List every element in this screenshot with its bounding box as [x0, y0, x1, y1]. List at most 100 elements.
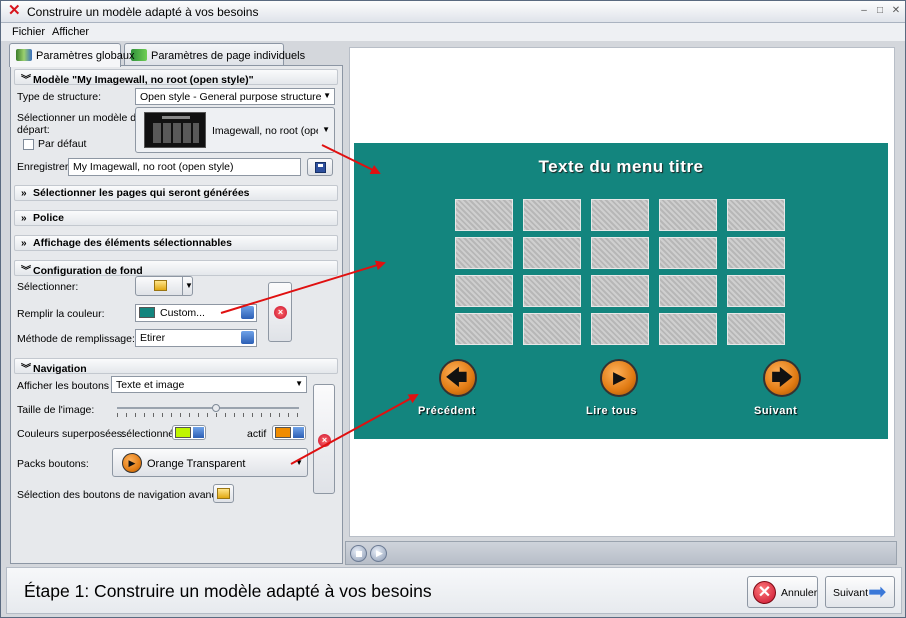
menu-thumbnail[interactable]: [727, 199, 785, 231]
image-size-slider[interactable]: [117, 404, 299, 418]
menu-thumbnail[interactable]: [523, 199, 581, 231]
menu-thumbnail[interactable]: [591, 199, 649, 231]
next-nav-button[interactable]: 🡆: [763, 359, 801, 397]
menu-thumbnail[interactable]: [523, 275, 581, 307]
clear-navigation-button[interactable]: ×: [313, 384, 335, 494]
close-icon[interactable]: ✕: [889, 4, 903, 18]
tab-global-settings[interactable]: Paramètres globaux: [9, 43, 134, 67]
tab-page-label: Paramètres de page individuels: [151, 50, 306, 62]
menu-thumbnail[interactable]: [455, 199, 513, 231]
background-header-label: Configuration de fond: [33, 265, 143, 277]
default-checkbox[interactable]: [23, 139, 34, 150]
section-font-header[interactable]: » Police: [14, 210, 338, 226]
section-pages-header[interactable]: » Sélectionner les pages qui seront génér…: [14, 185, 338, 201]
menu-thumbnail[interactable]: [455, 275, 513, 307]
show-buttons-select[interactable]: Texte et image ▼: [111, 376, 307, 393]
select-template-label-line1: Sélectionner un modèle de: [17, 112, 142, 124]
dropdown-arrow-icon: ▼: [295, 458, 303, 467]
template-value: Imagewall, no root (open st: [212, 125, 318, 137]
menu-afficher[interactable]: Afficher: [52, 26, 89, 38]
active-color-picker[interactable]: [272, 425, 306, 440]
selected-color-swatch: [175, 427, 191, 438]
stop-button[interactable]: [350, 545, 367, 562]
collapse-chevron-icon: ︾: [21, 75, 31, 86]
menu-thumbnail[interactable]: [591, 275, 649, 307]
save-button[interactable]: [307, 158, 333, 176]
delete-icon: ×: [274, 306, 287, 319]
active-color-label: actif: [247, 428, 267, 440]
cancel-button[interactable]: ✕ Annuler: [747, 576, 818, 608]
next-nav-label: Suivant: [754, 405, 798, 417]
slider-track: [117, 407, 299, 409]
slider-thumb[interactable]: [212, 404, 220, 412]
selectable-header-label: Affichage des éléments sélectionnables: [33, 237, 232, 249]
play-all-nav-button[interactable]: ▶: [600, 359, 638, 397]
menu-thumbnail[interactable]: [659, 237, 717, 269]
section-model-header[interactable]: ︾ Modèle "My Imagewall, no root (open sty…: [14, 69, 338, 86]
structure-type-label: Type de structure:: [17, 91, 102, 103]
wizard-step-title: Étape 1: Construire un modèle adapté à v…: [24, 581, 432, 601]
fill-color-select[interactable]: Custom...: [135, 304, 257, 322]
selected-color-picker[interactable]: [172, 425, 206, 440]
bg-image-select-button[interactable]: ▼: [135, 276, 193, 296]
maximize-icon[interactable]: □: [873, 4, 887, 18]
fill-color-swatch: [139, 307, 155, 318]
fill-color-value: Custom...: [160, 307, 205, 319]
previous-nav-button[interactable]: 🡄: [439, 359, 477, 397]
clear-background-button[interactable]: ×: [268, 282, 292, 342]
advanced-nav-button[interactable]: [213, 484, 234, 503]
section-navigation-header[interactable]: ︾ Navigation: [14, 358, 338, 375]
menu-thumbnail[interactable]: [727, 313, 785, 345]
save-label: Enregistrer:: [17, 161, 72, 173]
folder-image-icon: [217, 488, 230, 499]
stop-icon: [356, 551, 362, 557]
dropdown-arrow-icon: ▼: [322, 125, 330, 134]
section-background-header[interactable]: ︾ Configuration de fond: [14, 260, 338, 277]
fill-method-select[interactable]: Etirer: [135, 329, 257, 347]
menu-thumbnail[interactable]: [659, 275, 717, 307]
save-name-input[interactable]: My Imagewall, no root (open style): [68, 158, 301, 176]
minimize-icon[interactable]: –: [857, 4, 871, 18]
arrow-right-icon: 🡆: [771, 365, 794, 390]
button-packs-select[interactable]: ▶ Orange Transparent ▼: [112, 448, 308, 477]
menu-thumbnail[interactable]: [727, 237, 785, 269]
menu-thumbnail[interactable]: [727, 275, 785, 307]
overlay-colors-label: Couleurs superposées:: [17, 428, 125, 440]
navigation-header-label: Navigation: [33, 363, 87, 375]
template-select[interactable]: Imagewall, no root (open st ▼: [135, 107, 335, 153]
menu-thumbnail[interactable]: [523, 313, 581, 345]
menu-thumbnail[interactable]: [591, 237, 649, 269]
floppy-disk-icon: [315, 162, 326, 173]
menu-thumbnail[interactable]: [591, 313, 649, 345]
bg-select-label: Sélectionner:: [17, 281, 79, 293]
cancel-x-icon: ✕: [753, 581, 776, 604]
global-settings-icon: [16, 49, 32, 61]
play-button[interactable]: ▶: [370, 545, 387, 562]
menu-thumbnail[interactable]: [523, 237, 581, 269]
structure-type-value: Open style - General purpose structure: [140, 91, 322, 103]
next-button[interactable]: Suivant ➡: [825, 576, 895, 608]
button-packs-label: Packs boutons:: [17, 458, 89, 470]
save-name-value: My Imagewall, no root (open style): [73, 161, 234, 173]
button-packs-value: Orange Transparent: [147, 458, 246, 470]
collapse-chevron-icon: ︾: [21, 364, 31, 375]
menu-thumbnail[interactable]: [455, 313, 513, 345]
menu-thumbnail[interactable]: [659, 313, 717, 345]
model-header-label: Modèle "My Imagewall, no root (open styl…: [33, 74, 254, 86]
dropdown-arrow-icon: ▼: [295, 379, 303, 388]
wizard-footer: Étape 1: Construire un modèle adapté à v…: [6, 567, 902, 614]
previous-nav-label: Précédent: [418, 405, 476, 417]
settings-tabs: Paramètres globaux Paramètres de page in…: [9, 43, 343, 67]
play-icon: ▶: [376, 548, 383, 558]
section-selectable-header[interactable]: » Affichage des éléments sélectionnables: [14, 235, 338, 251]
fill-method-value: Etirer: [140, 332, 166, 344]
menu-fichier[interactable]: Fichier: [12, 26, 45, 38]
tab-page-settings[interactable]: Paramètres de page individuels: [124, 43, 305, 66]
next-arrow-icon: ➡: [868, 579, 887, 604]
delete-icon: ×: [318, 434, 331, 447]
menu-thumbnail[interactable]: [659, 199, 717, 231]
structure-type-select[interactable]: Open style - General purpose structure ▼: [135, 88, 335, 105]
advanced-nav-label: Sélection des boutons de navigation avan…: [17, 489, 231, 501]
fill-color-label: Remplir la couleur:: [17, 308, 105, 320]
menu-thumbnail[interactable]: [455, 237, 513, 269]
